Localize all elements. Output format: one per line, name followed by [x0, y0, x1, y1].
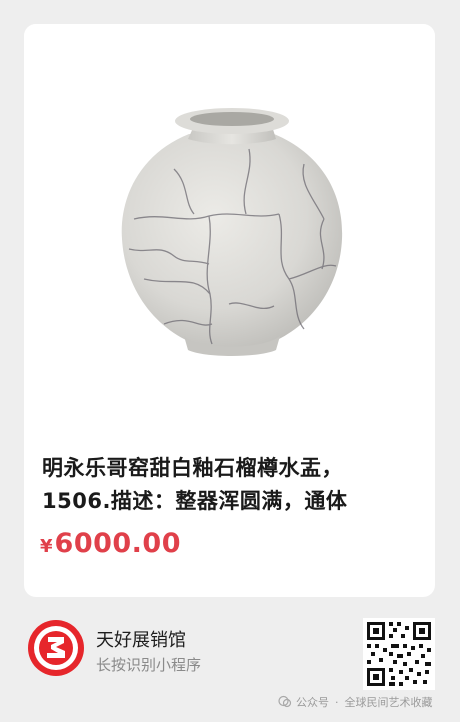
product-price: ¥ 6000.00 [40, 528, 181, 559]
product-image[interactable] [24, 24, 435, 444]
red-circle-3-logo-icon[interactable] [26, 618, 86, 678]
title-line-1: 明永乐哥窑甜白釉石榴樽水盂， [42, 456, 343, 480]
qr-code-icon[interactable] [363, 618, 435, 690]
currency-symbol: ¥ [40, 536, 53, 557]
mini-program-name[interactable]: 天好展销馆 [96, 626, 186, 652]
product-card[interactable]: 明永乐哥窑甜白釉石榴樽水盂， 1506.描述：整器浑圆满，通体 ¥ 6000.0… [24, 24, 435, 597]
watermark-separator: · [335, 695, 339, 709]
title-line-2: 1506.描述：整器浑圆满，通体 [42, 489, 348, 513]
mini-program-hint: 长按识别小程序 [96, 656, 202, 674]
product-title[interactable]: 明永乐哥窑甜白釉石榴樽水盂， 1506.描述：整器浑圆满，通体 [42, 452, 422, 518]
watermark-account: 全球民间艺术收藏 [344, 696, 433, 709]
wechat-official-account-icon [278, 695, 292, 709]
wechat-watermark: 公众号 · 全球民间艺术收藏 [278, 694, 433, 710]
price-amount: 6000.00 [54, 528, 182, 559]
watermark-label: 公众号 [296, 696, 329, 709]
